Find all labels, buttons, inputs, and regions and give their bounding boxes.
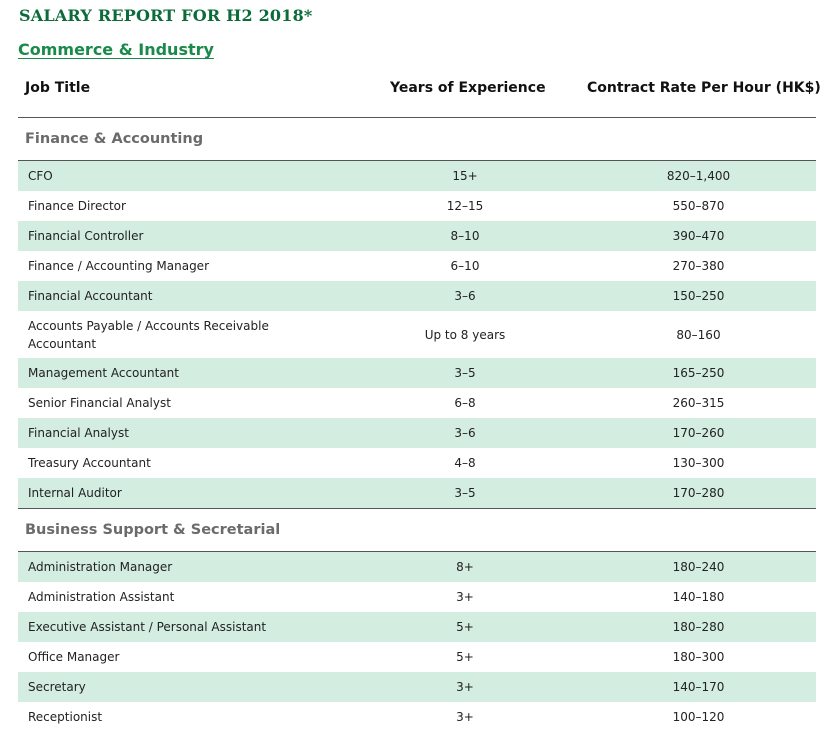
job-title-cell: Finance / Accounting Manager: [28, 259, 210, 273]
report-title: SALARY REPORT FOR H2 2018*: [19, 6, 313, 25]
table-row: Secretary 3+ 140–170: [18, 672, 816, 702]
experience-cell: Up to 8 years: [424, 327, 506, 342]
job-title-cell: Receptionist: [28, 710, 103, 724]
column-header-experience: Years of Experience: [390, 80, 546, 96]
table-row: Management Accountant 3–5 165–250: [18, 358, 816, 388]
table-row: Senior Financial Analyst 6–8 260–315: [18, 388, 816, 418]
table-row: Financial Controller 8–10 390–470: [18, 221, 816, 251]
experience-cell: 6–10: [450, 259, 480, 273]
table-row: Administration Assistant 3+ 140–180: [18, 582, 816, 612]
experience-cell: 8+: [456, 560, 474, 574]
group-title: Finance & Accounting: [25, 131, 204, 147]
rate-cell: 170–280: [672, 486, 725, 500]
job-title-cell: Executive Assistant / Personal Assistant: [28, 620, 267, 634]
table-row: Finance / Accounting Manager 6–10 270–38…: [18, 251, 816, 281]
job-title-cell: Administration Assistant: [28, 590, 175, 604]
experience-cell: 15+: [452, 169, 478, 183]
rate-cell: 150–250: [672, 289, 725, 303]
column-header-rate: Contract Rate Per Hour (HK$): [587, 80, 821, 96]
table-row: CFO 15+ 820–1,400: [18, 161, 816, 191]
job-title-cell: Internal Auditor: [28, 486, 122, 500]
rate-cell: 270–380: [672, 259, 725, 273]
rate-cell: 180–300: [672, 650, 725, 664]
experience-cell: 5+: [456, 650, 474, 664]
job-title-cell: Accounts Payable / Accounts Receivable A…: [28, 318, 269, 351]
table-row: Administration Manager 8+ 180–240: [18, 552, 816, 582]
rate-cell: 80–160: [676, 327, 721, 342]
rate-cell: 820–1,400: [666, 169, 731, 183]
table-row: Financial Accountant 3–6 150–250: [18, 281, 816, 311]
table-row: Receptionist 3+ 100–120: [18, 702, 816, 732]
rate-cell: 550–870: [672, 199, 725, 213]
job-title-cell: Senior Financial Analyst: [28, 396, 171, 410]
group-title: Business Support & Secretarial: [25, 522, 281, 538]
rate-cell: 180–280: [672, 620, 725, 634]
job-title-cell: Finance Director: [28, 199, 126, 213]
job-title-cell: Treasury Accountant: [28, 456, 151, 470]
table-row: Treasury Accountant 4–8 130–300: [18, 448, 816, 478]
experience-cell: 3–5: [454, 366, 476, 380]
experience-cell: 3+: [456, 590, 474, 604]
rate-cell: 165–250: [672, 366, 725, 380]
rate-cell: 170–260: [672, 426, 725, 440]
group-header: Business Support & Secretarial: [18, 508, 816, 552]
job-title-cell: CFO: [28, 169, 53, 183]
experience-cell: 12–15: [446, 199, 484, 213]
rate-cell: 130–300: [672, 456, 725, 470]
experience-cell: 3–6: [454, 426, 476, 440]
table-header: Job Title Years of Experience Contract R…: [18, 70, 821, 118]
table-row: Finance Director 12–15 550–870: [18, 191, 816, 221]
group-header: Finance & Accounting: [18, 118, 816, 161]
experience-cell: 3–6: [454, 289, 476, 303]
job-title-cell: Financial Accountant: [28, 289, 153, 303]
rate-cell: 140–180: [672, 590, 725, 604]
job-title-cell: Management Accountant: [28, 366, 179, 380]
experience-cell: 3–5: [454, 486, 476, 500]
experience-cell: 6–8: [454, 396, 476, 410]
rate-cell: 260–315: [672, 396, 725, 410]
experience-cell: 5+: [456, 620, 474, 634]
job-title-cell: Financial Analyst: [28, 426, 129, 440]
rate-cell: 140–170: [672, 680, 725, 694]
column-header-job-title: Job Title: [25, 80, 91, 96]
rate-cell: 390–470: [672, 229, 725, 243]
table-row: Office Manager 5+ 180–300: [18, 642, 816, 672]
experience-cell: 3+: [456, 710, 474, 724]
table-row: Internal Auditor 3–5 170–280: [18, 478, 816, 508]
job-title-cell: Office Manager: [28, 650, 120, 664]
experience-cell: 4–8: [454, 456, 476, 470]
job-title-cell: Financial Controller: [28, 229, 144, 243]
rate-cell: 180–240: [672, 560, 725, 574]
section-link-commerce-industry[interactable]: Commerce & Industry: [18, 40, 214, 59]
table-row: Financial Analyst 3–6 170–260: [18, 418, 816, 448]
job-title-cell: Secretary: [28, 680, 86, 694]
experience-cell: 8–10: [450, 229, 480, 243]
rate-cell: 100–120: [672, 710, 725, 724]
table-row: Executive Assistant / Personal Assistant…: [18, 612, 816, 642]
job-title-cell: Administration Manager: [28, 560, 173, 574]
salary-table: Finance & Accounting CFO 15+ 820–1,400 F…: [18, 118, 816, 732]
experience-cell: 3+: [456, 680, 474, 694]
table-row: Accounts Payable / Accounts Receivable A…: [18, 311, 816, 358]
